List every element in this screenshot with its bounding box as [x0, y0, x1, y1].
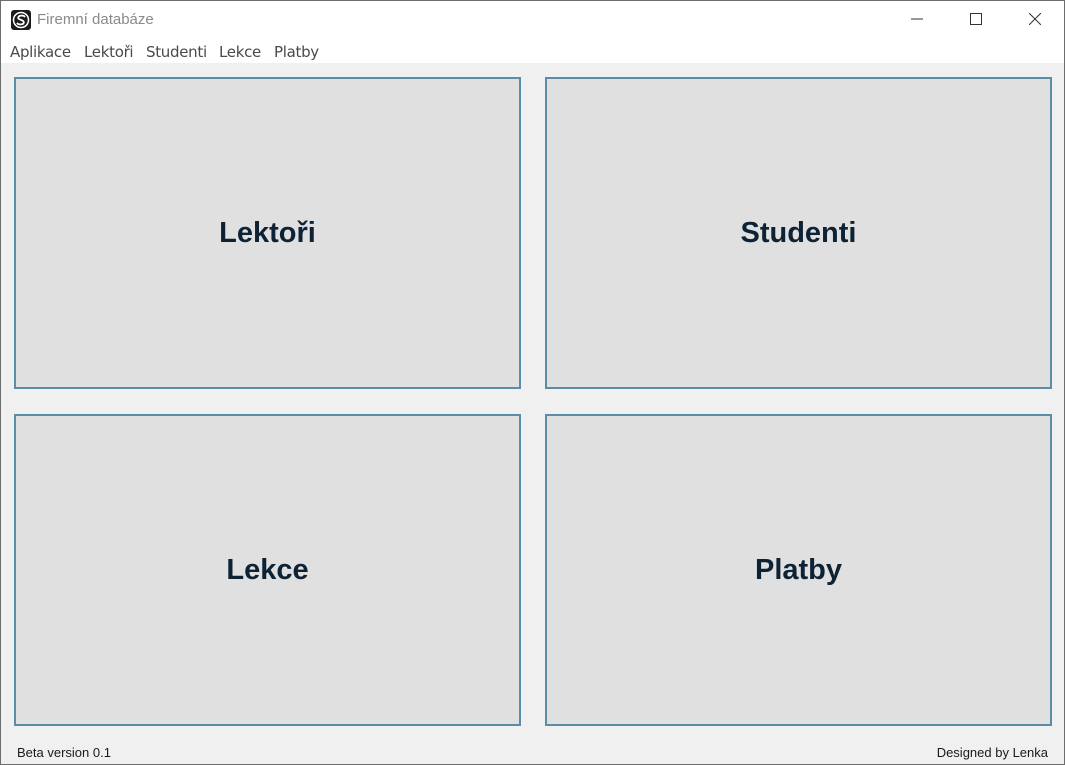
tile-label: Studenti: [740, 216, 857, 249]
credit-label: Designed by Lenka: [936, 745, 1048, 760]
maximize-button[interactable]: [947, 1, 1005, 40]
window-title: Firemní databáze: [37, 11, 154, 28]
minimize-icon: [911, 12, 923, 30]
close-button[interactable]: [1006, 1, 1064, 40]
maximize-icon: [970, 12, 982, 30]
app-logo-icon: [11, 10, 31, 30]
tile-label: Lektoři: [219, 216, 316, 249]
menu-item-studenti[interactable]: Studenti: [146, 43, 207, 61]
title-bar[interactable]: Firemní databáze: [1, 1, 1064, 40]
menu-bar: Aplikace Lektoři Studenti Lekce Platby: [1, 40, 1064, 63]
menu-item-aplikace[interactable]: Aplikace: [10, 43, 71, 61]
app-window: Firemní databáze Aplikace Lektoři Studen…: [0, 0, 1065, 765]
studenti-tile-button[interactable]: Studenti: [545, 77, 1052, 389]
lektori-tile-button[interactable]: Lektoři: [14, 77, 521, 389]
tile-label: Lekce: [226, 553, 309, 586]
lekce-tile-button[interactable]: Lekce: [14, 414, 521, 726]
minimize-button[interactable]: [888, 1, 946, 40]
tile-label: Platby: [754, 553, 843, 586]
version-label: Beta version 0.1: [17, 745, 111, 760]
menu-item-platby[interactable]: Platby: [274, 43, 319, 61]
close-icon: [1028, 12, 1042, 30]
menu-item-lekce[interactable]: Lekce: [219, 43, 261, 61]
menu-item-lektori[interactable]: Lektoři: [84, 43, 134, 61]
platby-tile-button[interactable]: Platby: [545, 414, 1052, 726]
